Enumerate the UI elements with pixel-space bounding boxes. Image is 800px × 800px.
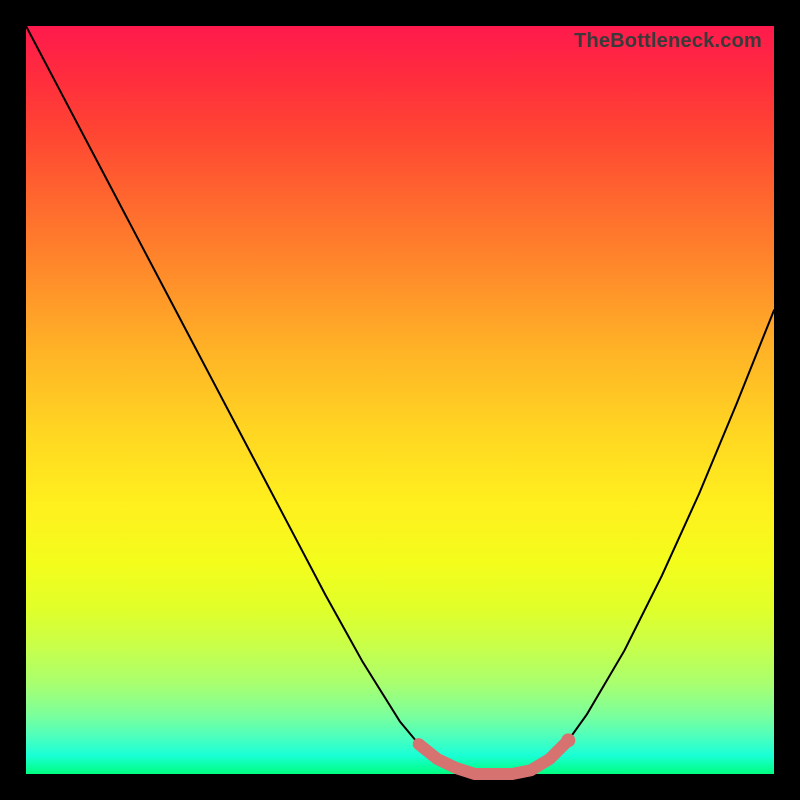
curve-svg bbox=[26, 26, 774, 774]
chart-frame: TheBottleneck.com bbox=[0, 0, 800, 800]
gradient-plot-area: TheBottleneck.com bbox=[26, 26, 774, 774]
highlight-end-dot bbox=[561, 733, 575, 747]
bottleneck-curve bbox=[26, 26, 774, 774]
highlight-segment bbox=[419, 740, 569, 774]
